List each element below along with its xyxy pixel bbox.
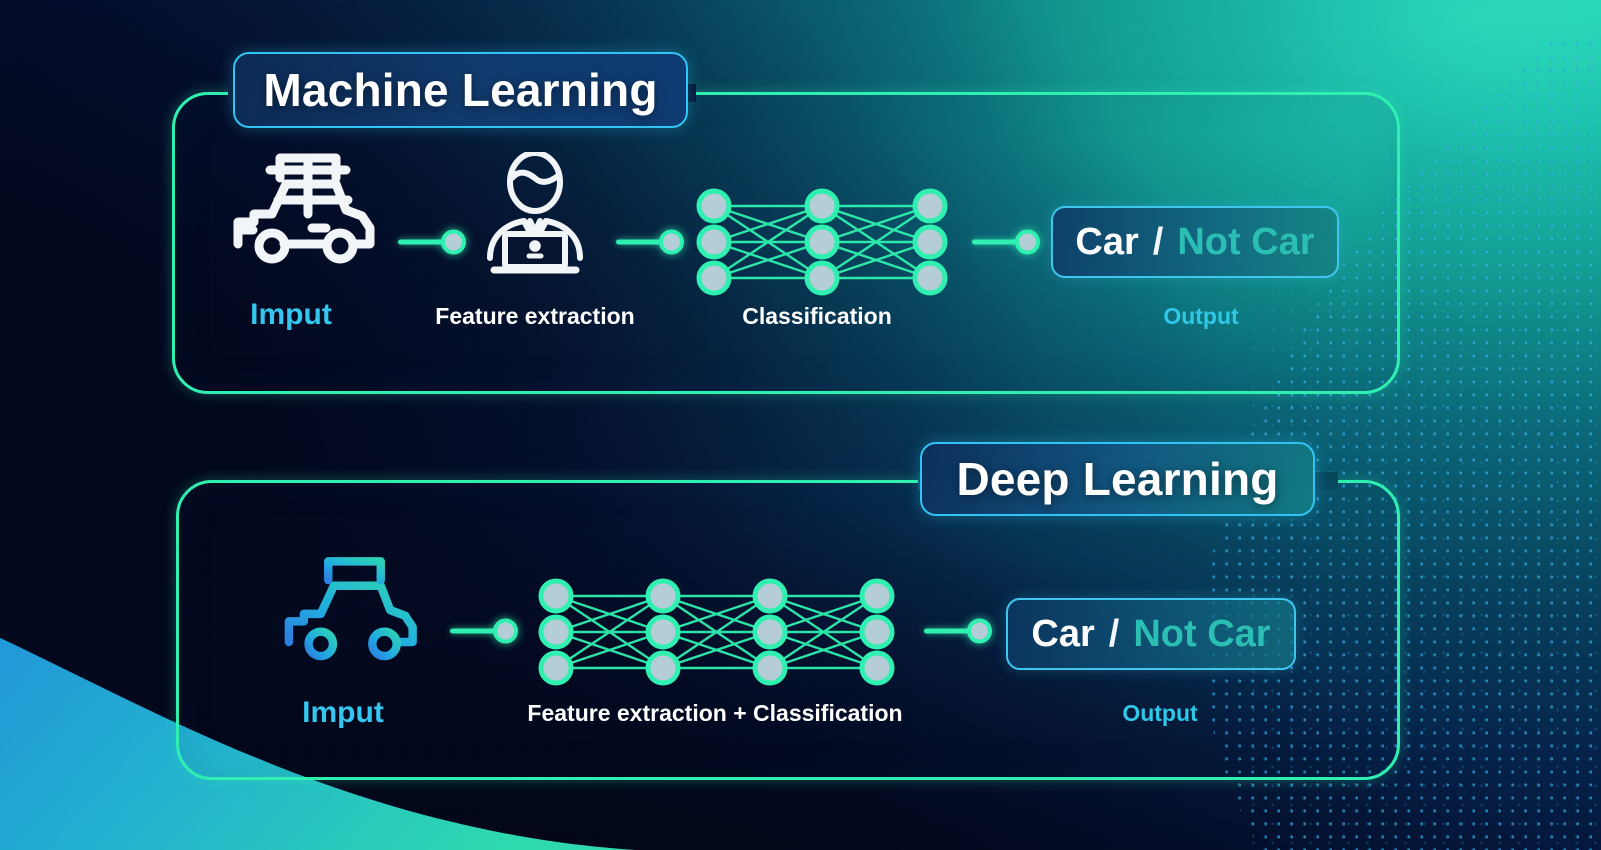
dl-output-label: Output [1122, 700, 1198, 726]
dl-output-separator: / [1108, 612, 1120, 655]
neural-node [752, 578, 788, 614]
diagram-canvas: Machine Learning Car / Not Car Imput Fea… [0, 0, 1601, 850]
dl-output-secondary: Not Car [1133, 612, 1271, 655]
neural-node [696, 260, 732, 296]
dl-output-primary: Car [1031, 612, 1095, 655]
neural-node [912, 188, 948, 224]
ml-input-label: Imput [250, 298, 332, 331]
neural-node [538, 650, 574, 686]
dl-output-chip: Car / Not Car [1006, 598, 1296, 670]
connector-dot [1015, 229, 1040, 255]
neural-node [696, 188, 732, 224]
ml-classification-label: Classification [742, 303, 892, 329]
ml-output-secondary: Not Car [1177, 220, 1315, 263]
neural-node [859, 650, 895, 686]
neural-node [859, 614, 895, 650]
deep-learning-title-text: Deep Learning [956, 453, 1279, 505]
ml-output-chip: Car / Not Car [1051, 206, 1339, 278]
deep-learning-car-icon [284, 557, 417, 661]
ml-neural-network [690, 182, 954, 302]
connector-line [450, 628, 498, 634]
ml-connector-3 [972, 228, 1040, 256]
neural-node [752, 650, 788, 686]
dl-connector-1 [450, 617, 518, 645]
connector-line [972, 239, 1020, 245]
connector-dot [441, 229, 466, 255]
machine-learning-title-chip: Machine Learning [233, 52, 688, 128]
neural-node [645, 650, 681, 686]
neural-node [859, 578, 895, 614]
machine-learning-title-text: Machine Learning [263, 64, 658, 116]
neural-node [804, 260, 840, 296]
connector-line [398, 239, 446, 245]
neural-node [645, 614, 681, 650]
dl-neural-network [532, 572, 901, 692]
neural-node [538, 578, 574, 614]
dl-input-label: Imput [302, 696, 384, 729]
connector-dot [659, 229, 684, 255]
machine-learning-car-icon [233, 153, 375, 264]
ml-connector-2 [616, 228, 684, 256]
neural-node [752, 614, 788, 650]
neural-node [804, 188, 840, 224]
connector-dot [967, 618, 992, 644]
neural-node [538, 614, 574, 650]
ml-output-separator: / [1152, 220, 1164, 263]
connector-dot [493, 618, 518, 644]
ml-feature-extraction-label: Feature extraction [435, 303, 635, 329]
neural-node [804, 224, 840, 260]
ml-output-primary: Car [1075, 220, 1139, 263]
neural-node [645, 578, 681, 614]
deep-learning-title-chip: Deep Learning [920, 442, 1315, 516]
neural-node [912, 260, 948, 296]
neural-node [912, 224, 948, 260]
dl-connector-2 [924, 617, 992, 645]
person-laptop-icon [487, 152, 583, 274]
ml-output-label: Output [1163, 303, 1239, 329]
connector-line [924, 628, 972, 634]
ml-connector-1 [398, 228, 466, 256]
neural-node [696, 224, 732, 260]
dl-feature-classification-label: Feature extraction + Classification [527, 700, 903, 726]
connector-line [616, 239, 664, 245]
